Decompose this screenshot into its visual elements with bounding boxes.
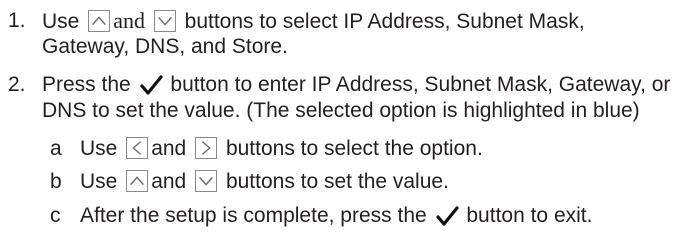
instruction-list: 1. Use and buttons to select IP Address,…	[0, 0, 695, 241]
item-2-line-2: DNS to set the value. (The selected opti…	[42, 99, 640, 122]
down-arrow-icon	[153, 10, 176, 32]
item-2-line-1: Press the button to enter IP Address, Su…	[42, 72, 670, 98]
up-arrow-icon	[126, 170, 149, 192]
item-1-and-text: and	[113, 8, 145, 33]
subitem-b-and-text: and	[151, 170, 187, 193]
subitem-b-letter: b	[50, 170, 62, 193]
item-2-line-1-rest: button to enter IP Address, Subnet Mask,…	[170, 73, 671, 96]
item-1-number: 1.	[8, 9, 26, 32]
item-1-line-2: Gateway, DNS, and Store.	[42, 35, 288, 58]
item-1-line-1: Use and buttons to select IP Address, Su…	[42, 8, 585, 35]
up-arrow-icon	[88, 10, 111, 32]
subitem-a-letter: a	[50, 137, 62, 160]
subitem-a-and-text: and	[151, 137, 187, 160]
subitem-c-text: After the setup is complete, press the b…	[80, 203, 592, 229]
item-2-press-text: Press the	[42, 73, 131, 96]
down-arrow-icon	[195, 170, 218, 192]
subitem-c-letter: c	[50, 204, 61, 227]
checkmark-icon	[435, 205, 459, 227]
subitem-c-after-text: After the setup is complete, press the	[80, 204, 427, 227]
subitem-b-use-text: Use	[80, 170, 118, 193]
subitem-b-rest: buttons to set the value.	[225, 170, 449, 193]
subitem-a-rest: buttons to select the option.	[225, 137, 483, 160]
subitem-b-text: Use and buttons to set the value.	[80, 169, 449, 195]
item-1-use-text: Use	[42, 10, 80, 33]
right-arrow-icon	[195, 137, 218, 159]
subitem-a-text: Use and buttons to select the option.	[80, 136, 483, 162]
subitem-a-use-text: Use	[80, 137, 118, 160]
item-2-number: 2.	[8, 73, 26, 96]
checkmark-icon	[139, 74, 163, 96]
left-arrow-icon	[126, 137, 149, 159]
subitem-c-rest: button to exit.	[466, 204, 593, 227]
item-1-line-1-rest: buttons to select IP Address, Subnet Mas…	[184, 10, 585, 33]
